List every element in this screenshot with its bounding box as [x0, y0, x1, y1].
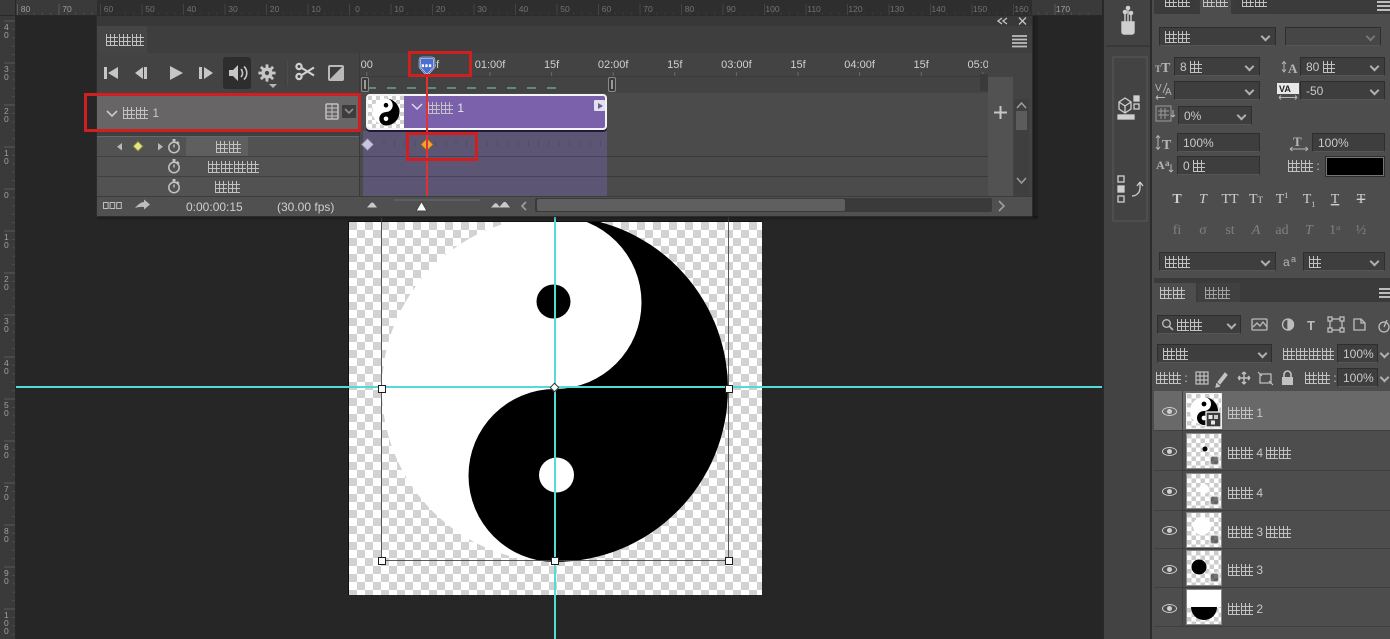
- svg-text:T: T: [1199, 192, 1208, 207]
- svg-text:ad: ad: [1275, 223, 1288, 238]
- svg-text:½: ½: [1356, 223, 1367, 238]
- svg-text:00: 00: [361, 59, 373, 71]
- svg-text:TT: TT: [1249, 192, 1264, 207]
- svg-text:T: T: [1293, 134, 1302, 149]
- svg-text:T: T: [1331, 192, 1340, 207]
- svg-text:A: A: [1156, 158, 1165, 172]
- svg-text:0: 0: [4, 492, 9, 502]
- svg-text:T: T: [1357, 192, 1366, 207]
- svg-text:03:00f: 03:00f: [721, 59, 753, 71]
- svg-text:VA: VA: [1279, 84, 1291, 94]
- svg-text:a: a: [1165, 158, 1170, 168]
- svg-text:T: T: [1172, 192, 1182, 207]
- svg-text:A: A: [1165, 87, 1172, 98]
- svg-text:04:00f: 04:00f: [844, 59, 876, 71]
- svg-text:02:00f: 02:00f: [598, 59, 630, 71]
- svg-text:T: T: [1307, 318, 1315, 333]
- svg-text:0: 0: [4, 408, 9, 418]
- svg-text:0: 0: [4, 534, 9, 544]
- svg-text:1st: 1st: [1329, 223, 1341, 238]
- svg-text:0: 0: [4, 450, 9, 460]
- svg-text:T: T: [1162, 138, 1172, 152]
- svg-text:TT: TT: [1221, 192, 1239, 207]
- svg-text:0: 0: [4, 240, 9, 250]
- svg-text:T1: T1: [1303, 192, 1316, 208]
- svg-text:a: a: [1283, 255, 1290, 269]
- svg-text:A: A: [1288, 61, 1298, 76]
- svg-text:T: T: [1305, 223, 1314, 238]
- svg-text:σ: σ: [1199, 223, 1207, 238]
- svg-text:0: 0: [4, 366, 9, 376]
- svg-text:T1: T1: [1276, 191, 1289, 207]
- svg-text:T: T: [1161, 61, 1171, 76]
- svg-text:0: 0: [4, 626, 9, 636]
- svg-text:0: 0: [4, 114, 9, 124]
- svg-text:a: a: [1291, 254, 1296, 264]
- svg-text:0: 0: [4, 156, 9, 166]
- svg-text:fi: fi: [1173, 223, 1182, 238]
- svg-text:15f: 15f: [790, 59, 806, 71]
- svg-text:0: 0: [4, 576, 9, 586]
- svg-text:V: V: [1155, 83, 1162, 94]
- svg-text:A: A: [1251, 223, 1261, 238]
- svg-text:0: 0: [4, 190, 9, 200]
- svg-text:15f: 15f: [544, 59, 560, 71]
- svg-text:15f: 15f: [667, 59, 683, 71]
- svg-text:05:00f: 05:00f: [968, 59, 988, 71]
- svg-text:0: 0: [4, 72, 9, 82]
- svg-text:st: st: [1225, 223, 1234, 238]
- svg-text:0: 0: [4, 30, 9, 40]
- svg-text:0: 0: [4, 324, 9, 334]
- svg-text:0: 0: [4, 282, 9, 292]
- svg-text:15f: 15f: [914, 59, 930, 71]
- svg-text:01:00f: 01:00f: [475, 59, 507, 71]
